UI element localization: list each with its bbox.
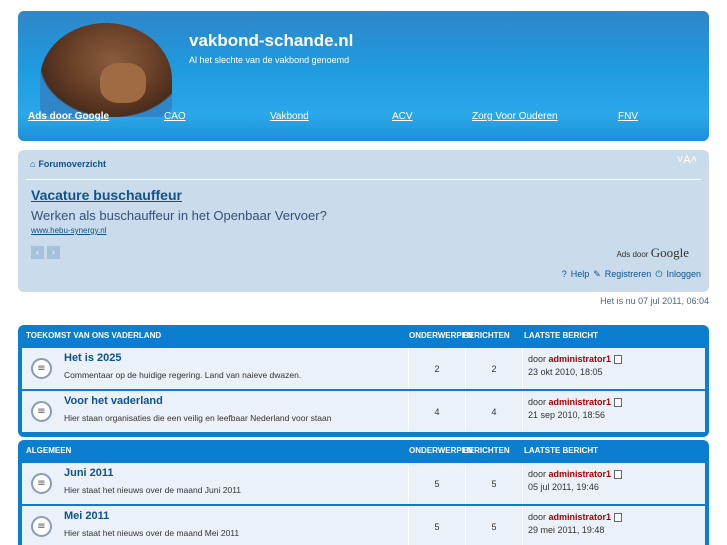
font-size-control[interactable]: ˅A˄ (677, 154, 697, 166)
forum-read-icon: ≡ (31, 516, 52, 537)
ad-text: Werken als buschauffeur in het Openbaar … (31, 208, 327, 223)
forum-read-icon: ≡ (31, 401, 52, 422)
column-last-post: LAATSTE BERICHT (524, 446, 599, 455)
forum-description: Hier staan organisaties die een veilig e… (64, 413, 332, 423)
forum-description: Commentaar op de huidige regering. Land … (64, 370, 302, 380)
nav-link-vakbond[interactable]: Vakbond (270, 111, 309, 122)
category-title[interactable]: ALGEMEEN (26, 446, 71, 455)
column-last-post: LAATSTE BERICHT (524, 331, 599, 340)
last-post-author-link[interactable]: administrator1 (549, 354, 612, 364)
category-header: TOEKOMST VAN ONS VADERLAND ONDERWERPEN B… (22, 325, 705, 346)
nav-link-acv[interactable]: ACV (392, 111, 413, 122)
last-post-by: door (528, 512, 547, 522)
last-post-date: 23 okt 2010, 18:05 (528, 367, 603, 377)
topic-count: 2 (409, 348, 466, 389)
register-link[interactable]: Registreren (605, 269, 652, 280)
post-count: 5 (466, 506, 523, 545)
last-post-date: 05 jul 2011, 19:46 (528, 482, 599, 492)
ad-url-link[interactable]: www.hebu-synergy.nl (31, 226, 106, 235)
nav-link-ads-google[interactable]: Ads door Google (28, 111, 109, 122)
site-description: Al het slechte van de vakbond genoemd (189, 55, 350, 65)
post-count: 4 (466, 391, 523, 432)
column-posts: BERICHTEN (463, 446, 510, 455)
site-title: vakbond-schande.nl (189, 31, 354, 50)
post-count: 2 (466, 348, 523, 389)
last-post-by: door (528, 469, 547, 479)
site-header: vakbond-schande.nl Al het slechte van de… (18, 11, 709, 141)
forum-title-link[interactable]: Mei 2011 (64, 510, 109, 522)
last-post-date: 29 mei 2011, 19:48 (528, 525, 605, 535)
home-icon: ⌂ (30, 159, 36, 169)
last-post-info: door administrator1 05 jul 2011, 19:46 (523, 463, 705, 504)
last-post-author-link[interactable]: administrator1 (549, 469, 612, 479)
last-post-info: door administrator1 29 mei 2011, 19:48 (523, 506, 705, 545)
ads-by-label: Ads door (616, 250, 649, 259)
last-post-by: door (528, 397, 547, 407)
current-datetime: Het is nu 07 jul 2011, 06:04 (600, 296, 709, 306)
forum-row: ≡ Voor het vaderland Hier staan organisa… (22, 391, 705, 432)
category-title[interactable]: TOEKOMST VAN ONS VADERLAND (26, 331, 161, 340)
nav-link-cao[interactable]: CAO (164, 111, 186, 122)
forum-row: ≡ Mei 2011 Hier staat het nieuws over de… (22, 506, 705, 545)
column-posts: BERICHTEN (463, 331, 510, 340)
breadcrumb-home[interactable]: Forumoverzicht (38, 159, 106, 169)
last-post-date: 21 sep 2010, 18:56 (528, 410, 606, 420)
last-post-author-link[interactable]: administrator1 (549, 512, 612, 522)
ad-prev-arrow-icon[interactable]: ‹ (31, 246, 44, 259)
topic-count: 5 (409, 506, 466, 545)
last-post-by: door (528, 354, 547, 364)
power-icon: ⏻ (655, 269, 663, 279)
navbar-panel: ⌂ Forumoverzicht ˅A˄ Vacature buschauffe… (18, 150, 709, 292)
ad-next-arrow-icon[interactable]: › (47, 246, 60, 259)
forum-read-icon: ≡ (31, 358, 52, 379)
last-post-author-link[interactable]: administrator1 (549, 397, 612, 407)
forum-title-link[interactable]: Voor het vaderland (64, 395, 163, 407)
google-logo: Google (650, 245, 689, 260)
site-logo[interactable] (40, 23, 172, 117)
forum-description: Hier staat het nieuws over de maand Mei … (64, 528, 240, 538)
view-latest-post-icon[interactable] (614, 355, 623, 365)
ad-title-link[interactable]: Vacature buschauffeur (31, 187, 182, 203)
user-links: ? Help ✎ Registreren ⏻ Inloggen (562, 269, 701, 280)
last-post-info: door administrator1 21 sep 2010, 18:56 (523, 391, 705, 432)
register-icon: ✎ (593, 269, 601, 279)
view-latest-post-icon[interactable] (614, 513, 623, 523)
post-count: 5 (466, 463, 523, 504)
forum-read-icon: ≡ (31, 473, 52, 494)
help-icon: ? (561, 269, 567, 279)
forum-row: ≡ Het is 2025 Commentaar op de huidige r… (22, 348, 705, 389)
forum-row: ≡ Juni 2011 Hier staat het nieuws over d… (22, 463, 705, 504)
forum-category-1: TOEKOMST VAN ONS VADERLAND ONDERWERPEN B… (18, 325, 709, 437)
forum-category-2: ALGEMEEN ONDERWERPEN BERICHTEN LAATSTE B… (18, 440, 709, 545)
forum-title-link[interactable]: Juni 2011 (64, 467, 114, 479)
view-latest-post-icon[interactable] (614, 398, 623, 408)
topic-count: 5 (409, 463, 466, 504)
login-link[interactable]: Inloggen (666, 269, 701, 280)
nav-link-zorg-voor-ouderen[interactable]: Zorg Voor Ouderen (472, 111, 558, 122)
view-latest-post-icon[interactable] (614, 470, 623, 480)
category-header: ALGEMEEN ONDERWERPEN BERICHTEN LAATSTE B… (22, 440, 705, 461)
divider (26, 179, 701, 180)
topic-count: 4 (409, 391, 466, 432)
nav-link-fnv[interactable]: FNV (618, 111, 638, 122)
help-link[interactable]: Help (571, 269, 590, 280)
breadcrumb[interactable]: ⌂ Forumoverzicht (30, 159, 106, 169)
last-post-info: door administrator1 23 okt 2010, 18:05 (523, 348, 705, 389)
forum-description: Hier staat het nieuws over de maand Juni… (64, 485, 242, 495)
forum-title-link[interactable]: Het is 2025 (64, 352, 121, 364)
ads-by-google-label[interactable]: Ads door Google (616, 245, 689, 261)
